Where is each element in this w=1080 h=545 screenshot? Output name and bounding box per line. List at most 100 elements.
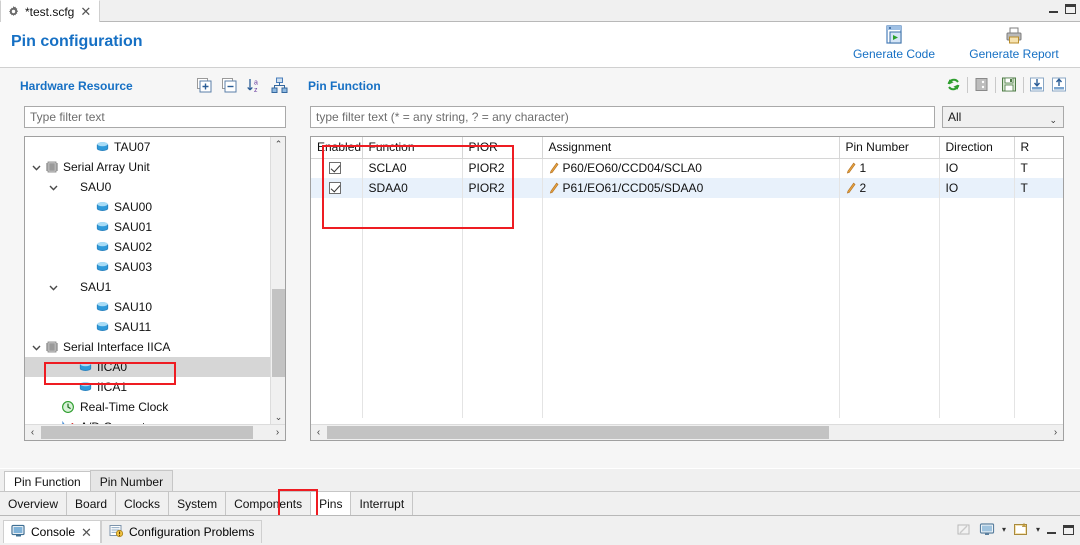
tree-item-tau07[interactable]: TAU07	[25, 137, 271, 157]
hardware-resource-tree[interactable]: TAU07 Serial Array Unit SAU0 SAU00 SAU01 SAU0…	[24, 136, 286, 441]
close-icon[interactable]: ✕	[79, 5, 92, 18]
empty-cell	[939, 378, 1015, 398]
tree-item-sau01[interactable]: SAU01	[25, 217, 271, 237]
pior-cell[interactable]: PIOR2	[462, 158, 543, 178]
perspective-tab-components[interactable]: Components	[226, 492, 312, 515]
generate-report-button[interactable]: Generate Report	[962, 24, 1066, 61]
column-header-assignment[interactable]: Assignment	[542, 137, 840, 159]
pin-number-cell[interactable]: 2	[839, 178, 940, 198]
view-tab-pin-function[interactable]: Pin Function	[4, 470, 91, 493]
view-tab-pin-number[interactable]: Pin Number	[89, 470, 174, 492]
empty-cell	[839, 278, 940, 298]
enabled-checkbox[interactable]	[311, 178, 363, 198]
scroll-left-icon[interactable]: ‹	[25, 425, 40, 440]
empty-cell	[839, 198, 940, 218]
tree-item-sau10[interactable]: SAU10	[25, 297, 271, 317]
tree-item-sau11[interactable]: SAU11	[25, 317, 271, 337]
perspective-tab-pins[interactable]: Pins	[311, 492, 352, 515]
empty-cell	[939, 238, 1015, 258]
open-console-icon[interactable]	[1013, 522, 1029, 537]
console-minimize-icon[interactable]	[1047, 531, 1056, 534]
empty-cell	[939, 358, 1015, 378]
generate-code-button[interactable]: Generate Code	[842, 24, 946, 61]
pin-function-table[interactable]: Enabled Function PIOR Assignment Pin Number D…	[310, 136, 1064, 441]
tree-item-serial-interface-iica[interactable]: Serial Interface IICA	[25, 337, 271, 357]
chevron-down-icon[interactable]	[31, 162, 42, 173]
console-tab-console[interactable]: Console ✕	[3, 520, 101, 543]
pior-cell[interactable]: PIOR2	[462, 178, 543, 198]
hardware-filter-input[interactable]: Type filter text	[24, 106, 286, 128]
tree-item-sau0[interactable]: SAU0	[25, 177, 271, 197]
empty-cell	[939, 398, 1015, 418]
empty-cell	[362, 198, 463, 218]
perspective-tab-system[interactable]: System	[169, 492, 227, 515]
enabled-checkbox[interactable]	[311, 158, 363, 178]
column-header-r[interactable]: R	[1014, 137, 1063, 159]
sort-az-icon[interactable]: a z	[246, 77, 263, 94]
tree-vscroll-thumb[interactable]	[272, 289, 285, 377]
column-header-pin-number[interactable]: Pin Number	[839, 137, 940, 159]
empty-cell	[839, 398, 940, 418]
perspective-tab-overview[interactable]: Overview	[0, 492, 68, 515]
table-hscroll-thumb[interactable]	[327, 426, 829, 439]
pin-number-cell[interactable]: 1	[839, 158, 940, 178]
refresh-icon[interactable]	[945, 76, 962, 93]
tree-item-sau1[interactable]: SAU1	[25, 277, 271, 297]
column-header-direction[interactable]: Direction	[939, 137, 1015, 159]
resource-icon	[95, 300, 110, 314]
table-scroll-left-icon[interactable]: ‹	[311, 425, 326, 440]
tree-horizontal-scrollbar[interactable]: ‹ ›	[25, 424, 285, 440]
perspective-tab-clocks[interactable]: Clocks	[116, 492, 170, 515]
tree-item-label: TAU07	[114, 140, 151, 154]
scroll-up-icon[interactable]: ⌃	[271, 137, 285, 152]
minimize-icon[interactable]	[1049, 10, 1058, 13]
console-tab-configuration-problems[interactable]: Configuration Problems	[100, 520, 263, 543]
tree-hscroll-thumb[interactable]	[41, 426, 253, 439]
scroll-right-icon[interactable]: ›	[270, 425, 285, 440]
clear-console-icon[interactable]	[956, 522, 972, 537]
open-console-caret[interactable]: ▾	[1036, 525, 1040, 534]
save-icon[interactable]	[1001, 76, 1018, 93]
chevron-down-icon[interactable]	[31, 342, 42, 353]
display-console-caret[interactable]: ▾	[1002, 525, 1006, 534]
pin-view-icon[interactable]	[973, 76, 990, 93]
column-header-enabled[interactable]: Enabled	[311, 137, 363, 159]
import-icon[interactable]	[1029, 76, 1046, 93]
chevron-down-icon[interactable]	[48, 282, 59, 293]
table-row[interactable]: SCLA0 PIOR2 P60/EO60/CCD04/SCLA0 1 IO T	[311, 158, 1063, 178]
maximize-icon[interactable]	[1065, 4, 1076, 14]
expand-all-icon[interactable]	[196, 77, 213, 94]
collapse-all-icon[interactable]	[221, 77, 238, 94]
editor-tab-test-scfg[interactable]: *test.scfg ✕	[0, 0, 101, 22]
perspective-tab-interrupt[interactable]: Interrupt	[351, 492, 414, 515]
perspective-tab-board[interactable]: Board	[67, 492, 117, 515]
display-console-icon[interactable]	[979, 522, 995, 537]
pin-function-filter-select[interactable]: All ⌄	[942, 106, 1064, 128]
console-icon	[11, 524, 26, 541]
scroll-down-icon[interactable]: ⌄	[271, 410, 285, 425]
tree-item-iica0[interactable]: IICA0	[25, 357, 271, 377]
tree-vertical-scrollbar[interactable]: ⌃ ⌄	[270, 137, 285, 425]
pin-function-filter-input[interactable]: type filter text (* = any string, ? = an…	[310, 106, 935, 128]
export-icon[interactable]	[1051, 76, 1068, 93]
function-cell[interactable]: SDAA0	[362, 178, 463, 198]
table-row[interactable]: SDAA0 PIOR2 P61/EO61/CCD05/SDAA0 2 IO T	[311, 178, 1063, 198]
function-cell[interactable]: SCLA0	[362, 158, 463, 178]
column-header-function[interactable]: Function	[362, 137, 463, 159]
tree-item-serial-array-unit[interactable]: Serial Array Unit	[25, 157, 271, 177]
tree-item-sau03[interactable]: SAU03	[25, 257, 271, 277]
tree-item-iica1[interactable]: IICA1	[25, 377, 271, 397]
tree-item-sau00[interactable]: SAU00	[25, 197, 271, 217]
assignment-cell[interactable]: P60/EO60/CCD04/SCLA0	[542, 158, 840, 178]
toolbar-separator	[967, 76, 968, 93]
console-maximize-icon[interactable]	[1063, 524, 1074, 535]
column-header-pior[interactable]: PIOR	[462, 137, 543, 159]
table-horizontal-scrollbar[interactable]: ‹ ›	[311, 424, 1063, 440]
assignment-cell[interactable]: P61/EO61/CCD05/SDAA0	[542, 178, 840, 198]
chevron-down-icon[interactable]	[48, 182, 59, 193]
close-icon[interactable]: ✕	[80, 526, 93, 539]
tree-item-real-time-clock[interactable]: Real-Time Clock	[25, 397, 271, 417]
table-scroll-right-icon[interactable]: ›	[1048, 425, 1063, 440]
tree-item-sau02[interactable]: SAU02	[25, 237, 271, 257]
show-hierarchy-icon[interactable]	[271, 77, 288, 94]
